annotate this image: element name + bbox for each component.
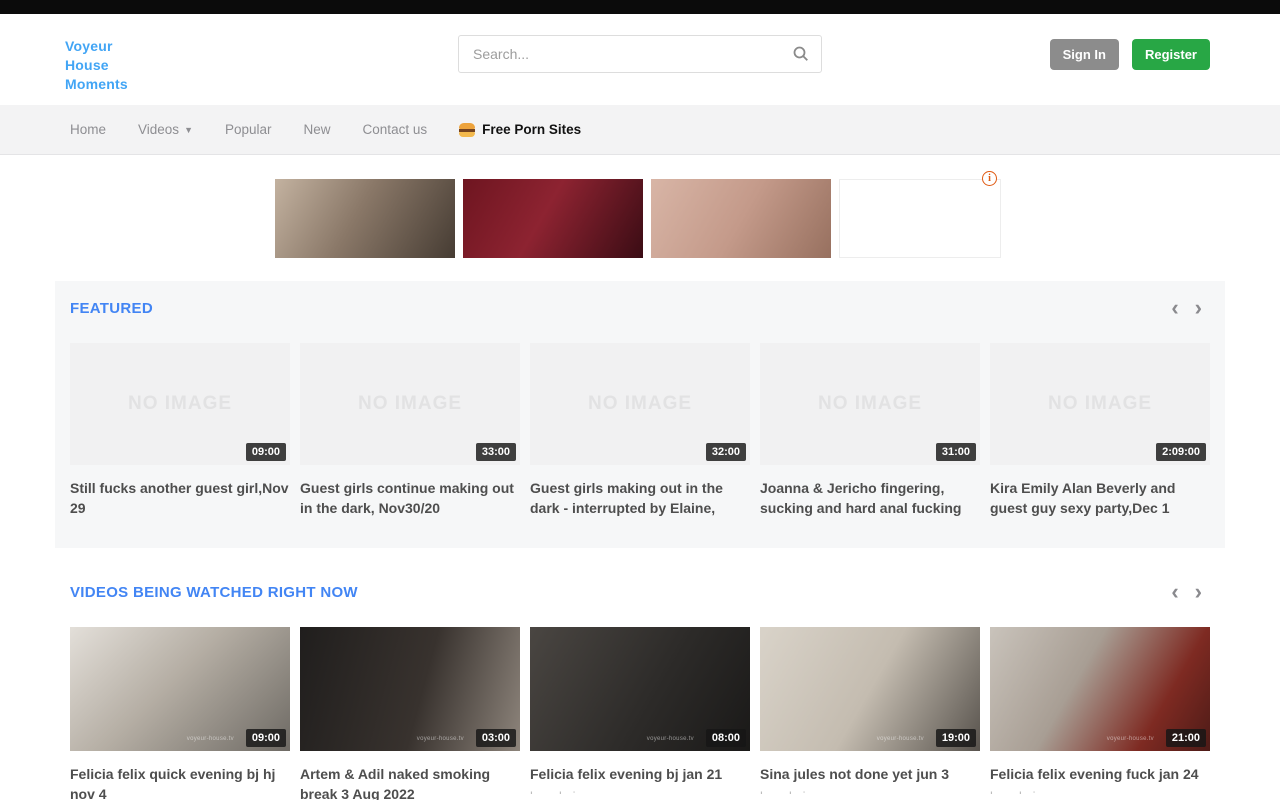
no-image-placeholder: NO IMAGE [358,393,462,415]
nav-item-label: Free Porn Sites [482,122,581,137]
logo-line: House [65,56,128,75]
nav-item-home[interactable]: Home [70,122,106,137]
video-title[interactable]: Felicia felix quick evening bj hj nov 4 [70,764,290,800]
video-thumbnail[interactable]: NO IMAGE 09:00 [70,343,290,465]
carousel-arrows: ‹ › [1171,300,1210,316]
ad-thumbnail[interactable] [651,179,831,258]
featured-section: FEATURED ‹ › NO IMAGE 09:00 Still fucks … [55,281,1225,548]
featured-cards: NO IMAGE 09:00 Still fucks another guest… [70,343,1210,518]
site-logo[interactable]: Voyeur House Moments [65,37,128,94]
no-image-placeholder: NO IMAGE [1048,393,1152,415]
burger-icon [459,123,475,137]
duration-badge: 21:00 [1166,729,1206,747]
video-thumbnail[interactable]: NO IMAGE 31:00 [760,343,980,465]
video-card[interactable]: voyeur-house.tv 19:00 Sina jules not don… [760,627,980,800]
video-thumbnail[interactable]: voyeur-house.tv 03:00 [300,627,520,751]
no-image-placeholder: NO IMAGE [128,393,232,415]
video-thumbnail[interactable]: voyeur-house.tv 19:00 [760,627,980,751]
video-meta-clipped[interactable]: by admin [530,789,750,794]
nav-item-videos[interactable]: Videos ▼ [138,122,193,137]
video-thumbnail[interactable]: voyeur-house.tv 09:00 [70,627,290,751]
search-input[interactable] [459,46,781,62]
duration-badge: 32:00 [706,443,746,461]
ad-thumbnail[interactable] [463,179,643,258]
logo-line: Moments [65,75,128,94]
section-header: VIDEOS BEING WATCHED RIGHT NOW ‹ › [70,583,1210,601]
video-card[interactable]: voyeur-house.tv 09:00 Felicia felix quic… [70,627,290,800]
video-meta-clipped[interactable]: by admin [990,789,1210,794]
caret-down-icon: ▼ [184,125,193,135]
duration-badge: 03:00 [476,729,516,747]
ad-thumbnail[interactable] [275,179,455,258]
nav-item-label: Videos [138,122,179,137]
video-title[interactable]: Felicia felix evening bj jan 21 [530,764,750,784]
watched-section: VIDEOS BEING WATCHED RIGHT NOW ‹ › voyeu… [55,583,1225,800]
video-thumbnail[interactable]: voyeur-house.tv 08:00 [530,627,750,751]
section-title-watched-now: VIDEOS BEING WATCHED RIGHT NOW [70,584,358,601]
ad-banner: i [275,179,1001,258]
video-card[interactable]: voyeur-house.tv 03:00 Artem & Adil naked… [300,627,520,800]
ad-empty-panel [839,179,1001,258]
duration-badge: 2:09:00 [1156,443,1206,461]
ad-info-icon[interactable]: i [982,171,997,186]
nav-item-new[interactable]: New [304,122,331,137]
carousel-next-icon[interactable]: › [1195,584,1202,600]
thumbnail-watermark: voyeur-house.tv [647,736,694,742]
video-card[interactable]: voyeur-house.tv 21:00 Felicia felix even… [990,627,1210,800]
video-title[interactable]: Joanna & Jericho fingering, sucking and … [760,478,980,518]
video-title[interactable]: Sina jules not done yet jun 3 [760,764,980,784]
logo-line: Voyeur [65,37,128,56]
page: Voyeur House Moments Sign In Register Ho… [0,0,1280,800]
duration-badge: 31:00 [936,443,976,461]
carousel-arrows: ‹ › [1171,584,1210,600]
video-title[interactable]: Guest girls continue making out in the d… [300,478,520,518]
video-thumbnail[interactable]: voyeur-house.tv 21:00 [990,627,1210,751]
search-bar [458,35,822,73]
nav-item-free-porn-sites[interactable]: Free Porn Sites [459,122,581,137]
video-thumbnail[interactable]: NO IMAGE 33:00 [300,343,520,465]
thumbnail-watermark: voyeur-house.tv [187,736,234,742]
video-title[interactable]: Felicia felix evening fuck jan 24 [990,764,1210,784]
video-title[interactable]: Kira Emily Alan Beverly and guest guy se… [990,478,1210,518]
video-thumbnail[interactable]: NO IMAGE 32:00 [530,343,750,465]
duration-badge: 09:00 [246,443,286,461]
watched-cards: voyeur-house.tv 09:00 Felicia felix quic… [70,627,1210,800]
duration-badge: 09:00 [246,729,286,747]
thumbnail-watermark: voyeur-house.tv [1107,736,1154,742]
video-card[interactable]: NO IMAGE 31:00 Joanna & Jericho fingerin… [760,343,980,518]
carousel-prev-icon[interactable]: ‹ [1171,300,1178,316]
top-ad-strip [0,0,1280,14]
carousel-next-icon[interactable]: › [1195,300,1202,316]
video-card[interactable]: NO IMAGE 33:00 Guest girls continue maki… [300,343,520,518]
thumbnail-watermark: voyeur-house.tv [877,736,924,742]
duration-badge: 33:00 [476,443,516,461]
nav-item-contact-us[interactable]: Contact us [363,122,428,137]
section-header: FEATURED ‹ › [70,299,1210,317]
no-image-placeholder: NO IMAGE [818,393,922,415]
register-button[interactable]: Register [1132,39,1210,70]
header: Voyeur House Moments Sign In Register [0,14,1280,105]
nav-item-popular[interactable]: Popular [225,122,272,137]
video-thumbnail[interactable]: NO IMAGE 2:09:00 [990,343,1210,465]
duration-badge: 08:00 [706,729,746,747]
search-icon [793,46,809,62]
search-button[interactable] [781,46,821,62]
video-card[interactable]: NO IMAGE 32:00 Guest girls making out in… [530,343,750,518]
auth-buttons: Sign In Register [1050,39,1210,70]
video-title[interactable]: Still fucks another guest girl,Nov 29 [70,478,290,518]
video-title[interactable]: Guest girls making out in the dark - int… [530,478,750,518]
thumbnail-watermark: voyeur-house.tv [417,736,464,742]
main-nav: Home Videos ▼ Popular New Contact us Fre… [0,105,1280,155]
duration-badge: 19:00 [936,729,976,747]
no-image-placeholder: NO IMAGE [588,393,692,415]
video-meta-clipped[interactable]: by admin [760,789,980,794]
section-title-featured: FEATURED [70,300,153,317]
carousel-prev-icon[interactable]: ‹ [1171,584,1178,600]
video-card[interactable]: voyeur-house.tv 08:00 Felicia felix even… [530,627,750,800]
video-card[interactable]: NO IMAGE 09:00 Still fucks another guest… [70,343,290,518]
video-title[interactable]: Artem & Adil naked smoking break 3 Aug 2… [300,764,520,800]
video-card[interactable]: NO IMAGE 2:09:00 Kira Emily Alan Beverly… [990,343,1210,518]
sign-in-button[interactable]: Sign In [1050,39,1119,70]
